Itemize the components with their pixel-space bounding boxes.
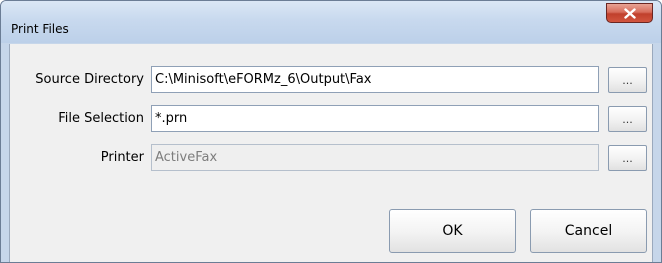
title-bar[interactable]: Print Files (1, 1, 661, 43)
file-selection-field[interactable]: *.prn (151, 105, 599, 132)
ok-button[interactable]: OK (389, 209, 516, 253)
print-files-dialog: Print Files Source Directory C:\Minisoft… (0, 0, 662, 263)
printer-browse-button[interactable]: ... (608, 145, 647, 171)
close-button[interactable] (606, 3, 653, 23)
close-icon (623, 7, 636, 19)
source-directory-field[interactable]: C:\Minisoft\eFORMz_6\Output\Fax (151, 66, 599, 93)
printer-field: ActiveFax (151, 144, 599, 171)
source-directory-browse-button[interactable]: ... (608, 67, 647, 93)
dialog-body: Source Directory C:\Minisoft\eFORMz_6\Ou… (9, 44, 653, 262)
file-selection-browse-button[interactable]: ... (608, 106, 647, 132)
source-directory-label: Source Directory (35, 72, 144, 87)
window-title: Print Files (11, 22, 69, 36)
file-selection-label: File Selection (58, 111, 144, 126)
printer-label: Printer (100, 150, 144, 165)
cancel-button[interactable]: Cancel (530, 209, 647, 253)
